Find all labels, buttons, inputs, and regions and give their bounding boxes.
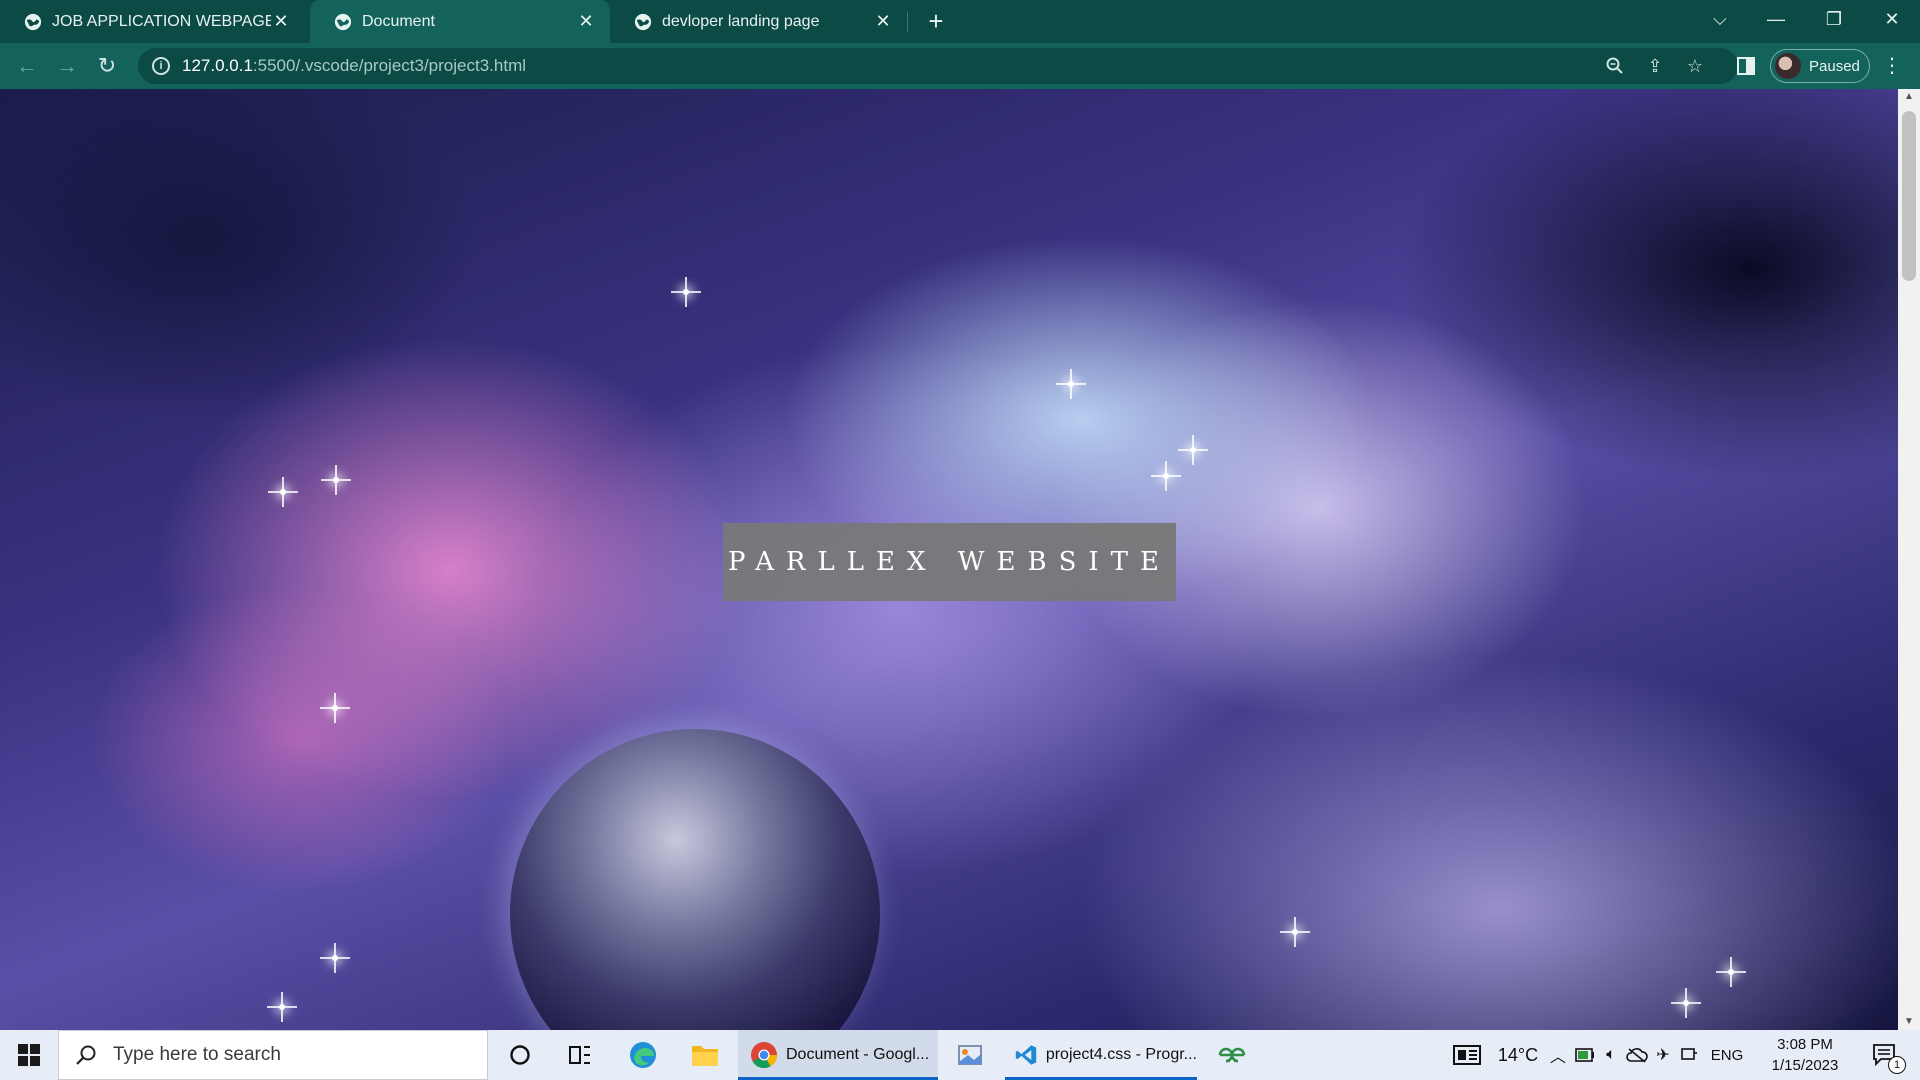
input-language[interactable]: ENG [1704, 1030, 1750, 1080]
page-viewport: PARLLEX WEBSITE [0, 89, 1898, 1030]
chrome-icon [751, 1042, 778, 1069]
edge-browser-icon[interactable] [618, 1030, 668, 1080]
file-explorer-icon[interactable] [680, 1030, 730, 1080]
language-text: ENG [1710, 1046, 1744, 1064]
search-input[interactable] [111, 1043, 435, 1067]
globe-icon [24, 13, 42, 30]
weather-temperature[interactable]: 14°C [1488, 1030, 1548, 1080]
minimize-button[interactable]: — [1748, 0, 1804, 38]
zoom-icon[interactable] [1604, 55, 1626, 77]
notification-count-badge: 1 [1888, 1056, 1906, 1074]
star [1671, 988, 1701, 1018]
tab-title: JOB APPLICATION WEBPAGE [52, 12, 271, 30]
search-icon [76, 1045, 96, 1065]
close-tab-icon[interactable]: ✕ [271, 11, 291, 32]
back-button[interactable]: ← [12, 51, 42, 81]
tab-developer-landing[interactable]: devloper landing page ✕ [610, 0, 907, 43]
snipping-tool-icon[interactable] [945, 1030, 995, 1080]
tab-job-application[interactable]: JOB APPLICATION WEBPAGE ✕ [0, 0, 305, 43]
forward-button[interactable]: → [52, 51, 82, 81]
tab-title: devloper landing page [662, 12, 820, 30]
star [1280, 917, 1310, 947]
scroll-up-arrow-icon[interactable]: ▲ [1898, 89, 1920, 105]
cortana-icon[interactable] [495, 1030, 545, 1080]
task-view-icon[interactable] [555, 1030, 605, 1080]
browser-toolbar: ← → ↻ i 127.0.0.1:5500/.vscode/project3/… [0, 43, 1920, 89]
restore-button[interactable]: ❐ [1806, 0, 1862, 38]
notification-center-icon[interactable]: 1 [1860, 1030, 1910, 1080]
profile-button[interactable]: Paused [1770, 49, 1870, 83]
temperature-text: 14°C [1497, 1044, 1539, 1065]
airplane-mode-icon[interactable]: ✈︎ [1650, 1030, 1676, 1080]
url-host: 127.0.0.1 [182, 56, 253, 75]
scroll-down-arrow-icon[interactable]: ▼ [1898, 1014, 1920, 1030]
close-tab-icon[interactable]: ✕ [873, 11, 893, 32]
star [268, 477, 298, 507]
star [320, 943, 350, 973]
globe-icon [634, 13, 652, 30]
close-tab-icon[interactable]: ✕ [576, 11, 596, 32]
hero-title: PARLLEX WEBSITE [728, 547, 1171, 577]
star [1716, 957, 1746, 987]
news-weather-icon[interactable] [1450, 1030, 1484, 1080]
hero-title-box: PARLLEX WEBSITE [723, 523, 1176, 601]
taskbar-app-label: project4.css - Progr... [1045, 1046, 1197, 1063]
device-icon[interactable] [1676, 1030, 1702, 1080]
tab-title: Document [362, 12, 435, 30]
reload-button[interactable]: ↻ [92, 51, 122, 81]
scroll-thumb[interactable] [1902, 111, 1916, 281]
address-bar[interactable]: i 127.0.0.1:5500/.vscode/project3/projec… [138, 48, 1738, 84]
browser-tab-bar: JOB APPLICATION WEBPAGE ✕ Document ✕ dev… [0, 0, 1920, 43]
onedrive-cloud-icon[interactable] [1624, 1030, 1650, 1080]
star [1151, 461, 1181, 491]
bookmark-star-icon[interactable]: ☆ [1684, 55, 1706, 77]
tab-document[interactable]: Document ✕ [310, 0, 610, 43]
windows-logo-icon [18, 1044, 40, 1066]
share-icon[interactable]: ⇪ [1644, 55, 1666, 77]
new-tab-button[interactable]: + [920, 5, 952, 37]
start-button[interactable] [0, 1030, 58, 1080]
close-window-button[interactable]: ✕ [1864, 0, 1920, 38]
url-path: :5500/.vscode/project3/project3.html [252, 56, 527, 75]
tab-separator [907, 12, 908, 32]
battery-icon[interactable] [1572, 1030, 1598, 1080]
clock-time: 3:08 PM [1777, 1036, 1833, 1053]
speaker-icon[interactable]: 🔈︎ [1598, 1030, 1624, 1080]
star [267, 992, 297, 1022]
star [320, 693, 350, 723]
star [321, 465, 351, 495]
profile-status-label: Paused [1809, 57, 1860, 75]
planet-image [510, 729, 880, 1030]
side-panel-icon[interactable] [1731, 51, 1761, 81]
star [1056, 369, 1086, 399]
avatar [1775, 53, 1801, 79]
more-menu-icon[interactable]: ⋮ [1882, 53, 1902, 78]
windows-taskbar: Document - Googl... project4.css - Progr… [0, 1030, 1920, 1080]
star [671, 277, 701, 307]
vscode-icon [1015, 1045, 1037, 1065]
system-clock[interactable]: 3:08 PM 1/15/2023 [1760, 1034, 1850, 1076]
clock-date: 1/15/2023 [1771, 1057, 1839, 1074]
taskbar-search[interactable] [58, 1030, 488, 1080]
taskbar-vscode[interactable]: project4.css - Progr... [1005, 1030, 1197, 1080]
taskbar-chrome-document[interactable]: Document - Googl... [738, 1030, 938, 1080]
tab-search-chevron-icon[interactable]: ⌵ [1692, 0, 1748, 38]
globe-icon [334, 13, 352, 30]
star [1178, 435, 1208, 465]
show-hidden-icons-chevron-icon[interactable]: ︿ [1546, 1030, 1570, 1080]
page-scrollbar[interactable]: ▲ ▼ [1898, 89, 1920, 1030]
taskbar-app-label: Document - Googl... [786, 1046, 930, 1063]
site-info-icon[interactable]: i [152, 57, 170, 75]
geeksforgeeks-icon[interactable] [1207, 1030, 1257, 1080]
